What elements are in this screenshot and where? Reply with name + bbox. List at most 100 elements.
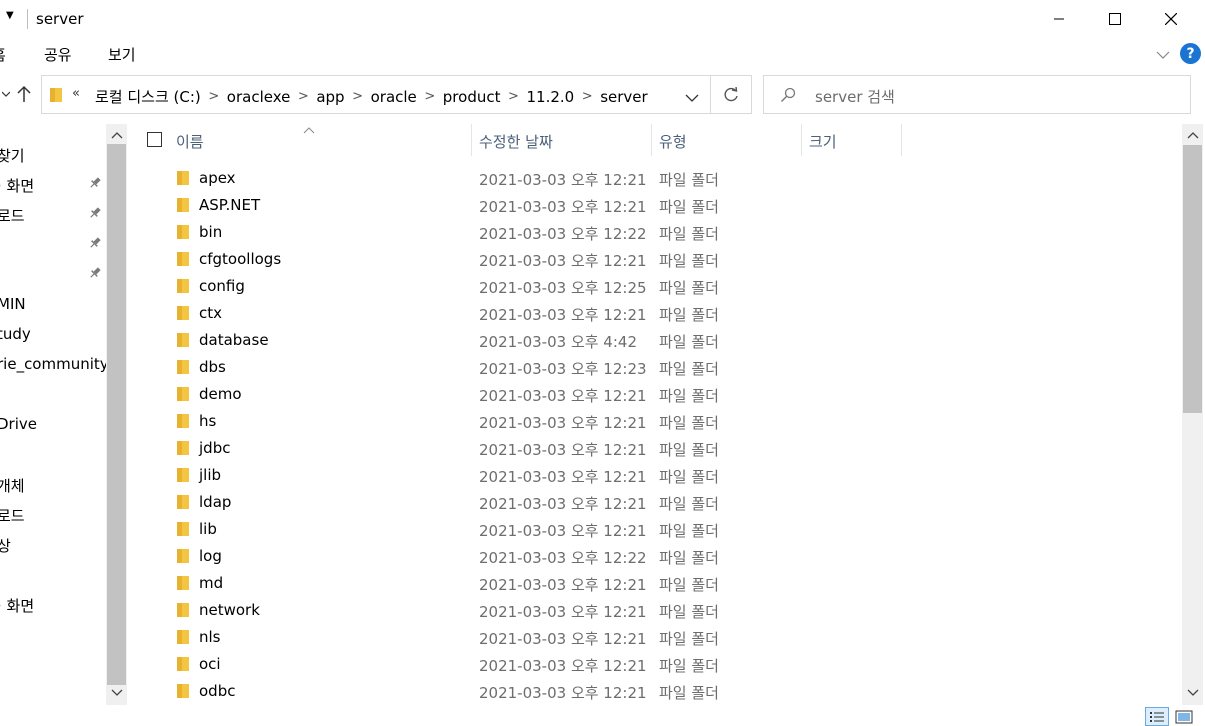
- breadcrumb-item[interactable]: 로컬 디스크 (C:): [91, 86, 205, 107]
- file-date-modified: 2021-03-03 오후 12:25: [479, 279, 647, 297]
- breadcrumb-item[interactable]: 11.2.0: [522, 88, 578, 106]
- column-date-modified[interactable]: 수정한 날짜: [479, 131, 553, 152]
- file-date-modified: 2021-03-03 오후 12:21: [479, 198, 647, 216]
- details-view-button[interactable]: [1145, 707, 1169, 726]
- table-row[interactable]: log 2021-03-03 오후 12:22 파일 폴더: [133, 543, 1182, 570]
- breadcrumb-item[interactable]: oracle: [367, 88, 421, 106]
- table-row[interactable]: jlib 2021-03-03 오후 12:21 파일 폴더: [133, 462, 1182, 489]
- nav-item[interactable]: · 화면: [0, 595, 106, 623]
- breadcrumb-item[interactable]: app: [312, 88, 348, 106]
- column-name[interactable]: 이름: [176, 131, 204, 152]
- quick-access-dropdown-icon[interactable]: ▼: [6, 10, 14, 21]
- nav-item[interactable]: MIN: [0, 295, 106, 323]
- nav-item[interactable]: [0, 625, 106, 653]
- table-row[interactable]: nls 2021-03-03 오후 12:21 파일 폴더: [133, 624, 1182, 651]
- table-row[interactable]: oci 2021-03-03 오후 12:21 파일 폴더: [133, 651, 1182, 678]
- table-row[interactable]: bin 2021-03-03 오후 12:22 파일 폴더: [133, 219, 1182, 246]
- breadcrumb-separator-icon[interactable]: >: [421, 89, 439, 104]
- column-divider[interactable]: [651, 124, 652, 156]
- nav-item[interactable]: rie_community: [0, 355, 106, 383]
- nav-scroll-up-button[interactable]: [107, 126, 127, 144]
- table-row[interactable]: network 2021-03-03 오후 12:21 파일 폴더: [133, 597, 1182, 624]
- table-row[interactable]: ctx 2021-03-03 오후 12:21 파일 폴더: [133, 300, 1182, 327]
- nav-item[interactable]: Drive: [0, 415, 106, 443]
- nav-item[interactable]: 개체: [0, 475, 106, 503]
- column-divider[interactable]: [801, 124, 802, 156]
- nav-item[interactable]: [0, 565, 106, 593]
- breadcrumb-item[interactable]: product: [439, 88, 505, 106]
- address-bar[interactable]: « 로컬 디스크 (C:) > oraclexe > app > oracle …: [41, 75, 711, 114]
- nav-item[interactable]: · 화면: [0, 175, 106, 203]
- file-type: 파일 폴더: [659, 495, 719, 513]
- table-row[interactable]: dbs 2021-03-03 오후 12:23 파일 폴더: [133, 354, 1182, 381]
- nav-item[interactable]: 로드: [0, 505, 106, 533]
- table-row[interactable]: database 2021-03-03 오후 4:42 파일 폴더: [133, 327, 1182, 354]
- breadcrumb-item[interactable]: oraclexe: [223, 88, 295, 106]
- large-icons-view-button[interactable]: [1172, 707, 1196, 726]
- pin-icon: [88, 206, 102, 224]
- file-name: hs: [199, 412, 217, 430]
- file-list: 이름 수정한 날짜 유형 크기 apex 2021-03-03 오후 12:21 파…: [133, 124, 1182, 705]
- file-list-scroll-down-button[interactable]: [1183, 684, 1203, 702]
- table-row[interactable]: apex 2021-03-03 오후 12:21 파일 폴더: [133, 165, 1182, 192]
- refresh-button[interactable]: [711, 75, 752, 114]
- nav-item[interactable]: [0, 265, 106, 293]
- tab-share[interactable]: 공유: [44, 44, 72, 65]
- ribbon-expand-button[interactable]: [1156, 46, 1170, 64]
- tab-home[interactable]: 홈: [0, 44, 6, 65]
- nav-item-label: rie_community: [0, 355, 106, 373]
- table-row[interactable]: demo 2021-03-03 오후 12:21 파일 폴더: [133, 381, 1182, 408]
- file-name: demo: [199, 385, 242, 403]
- nav-scroll-down-button[interactable]: [107, 684, 127, 702]
- column-divider[interactable]: [471, 124, 472, 156]
- table-row[interactable]: jdbc 2021-03-03 오후 12:21 파일 폴더: [133, 435, 1182, 462]
- nav-item[interactable]: [0, 655, 106, 683]
- table-row[interactable]: lib 2021-03-03 오후 12:21 파일 폴더: [133, 516, 1182, 543]
- nav-item[interactable]: 상: [0, 535, 106, 563]
- column-divider[interactable]: [901, 124, 902, 156]
- table-row[interactable]: odbc 2021-03-03 오후 12:21 파일 폴더: [133, 678, 1182, 705]
- file-name: dbs: [199, 358, 226, 376]
- file-name: config: [199, 277, 245, 295]
- tab-view[interactable]: 보기: [108, 44, 136, 65]
- hidden-path-button[interactable]: «: [72, 86, 80, 101]
- file-type: 파일 폴더: [659, 603, 719, 621]
- column-size[interactable]: 크기: [809, 131, 837, 152]
- select-all-checkbox[interactable]: [147, 132, 162, 147]
- breadcrumb-separator-icon[interactable]: >: [504, 89, 522, 104]
- nav-item[interactable]: [0, 235, 106, 263]
- nav-scrollbar-thumb[interactable]: [107, 144, 126, 685]
- maximize-button[interactable]: [1087, 0, 1143, 38]
- table-row[interactable]: config 2021-03-03 오후 12:25 파일 폴더: [133, 273, 1182, 300]
- nav-item[interactable]: 로드: [0, 205, 106, 233]
- table-row[interactable]: md 2021-03-03 오후 12:21 파일 폴더: [133, 570, 1182, 597]
- breadcrumb-item-current[interactable]: server: [596, 88, 651, 106]
- table-row[interactable]: ldap 2021-03-03 오후 12:21 파일 폴더: [133, 489, 1182, 516]
- table-row[interactable]: ASP.NET 2021-03-03 오후 12:21 파일 폴더: [133, 192, 1182, 219]
- search-input[interactable]: server 검색: [763, 75, 1191, 114]
- up-button[interactable]: [16, 85, 32, 107]
- nav-item[interactable]: tudy: [0, 325, 106, 353]
- breadcrumb-separator-icon[interactable]: >: [578, 89, 596, 104]
- address-history-button[interactable]: [685, 89, 699, 107]
- nav-item[interactable]: [0, 445, 106, 473]
- nav-item[interactable]: 찾기: [0, 145, 106, 173]
- breadcrumb-separator-icon[interactable]: >: [294, 89, 312, 104]
- file-type: 파일 폴더: [659, 684, 719, 702]
- table-row[interactable]: hs 2021-03-03 오후 12:21 파일 폴더: [133, 408, 1182, 435]
- file-list-scrollbar-thumb[interactable]: [1183, 145, 1202, 413]
- breadcrumb-separator-icon[interactable]: >: [349, 89, 367, 104]
- refresh-icon: [724, 86, 738, 101]
- file-type: 파일 폴더: [659, 630, 719, 648]
- nav-item[interactable]: [0, 385, 106, 413]
- recent-locations-button[interactable]: [1, 86, 11, 106]
- help-button[interactable]: ?: [1180, 43, 1201, 64]
- minimize-button[interactable]: [1031, 0, 1087, 38]
- breadcrumb-separator-icon[interactable]: >: [205, 89, 223, 104]
- nav-item-label: 찾기: [0, 147, 25, 165]
- table-row[interactable]: cfgtoollogs 2021-03-03 오후 12:21 파일 폴더: [133, 246, 1182, 273]
- file-list-scroll-up-button[interactable]: [1183, 126, 1203, 144]
- close-button[interactable]: [1143, 0, 1199, 38]
- file-name: md: [199, 574, 224, 592]
- column-type[interactable]: 유형: [659, 131, 687, 152]
